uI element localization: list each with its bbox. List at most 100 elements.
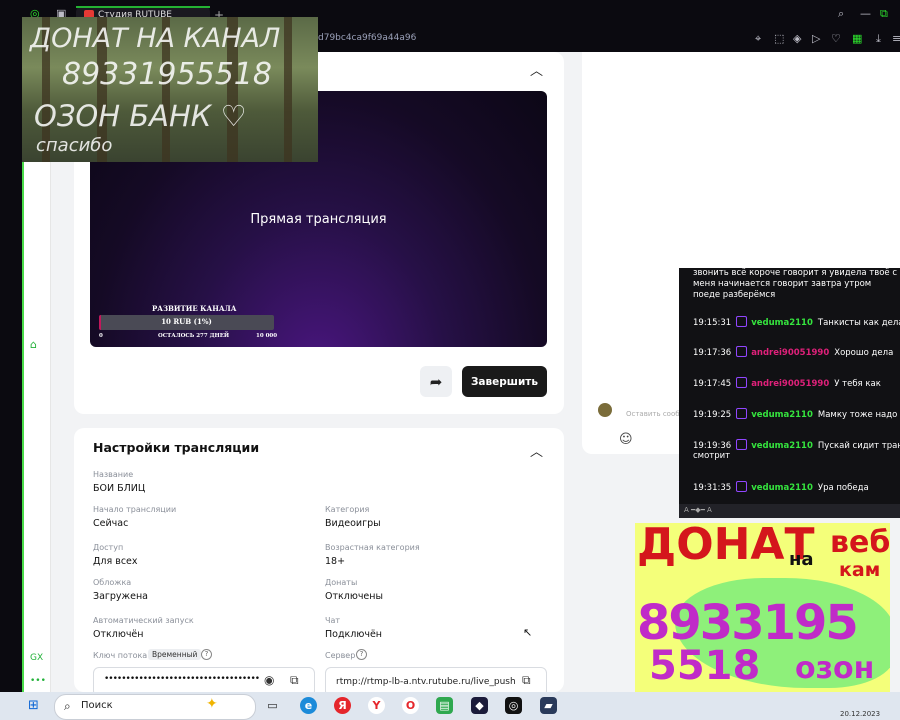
chat-text: Ура победа xyxy=(817,483,869,493)
chat-text: У тебя как xyxy=(834,379,881,389)
gx-label[interactable]: GX xyxy=(30,653,43,663)
pin-icon[interactable]: ⌖ xyxy=(755,33,761,45)
download-icon[interactable]: ⤓ xyxy=(876,33,881,45)
cover-label: Обложка xyxy=(93,578,132,587)
stream-key-value: •••••••••••••••••••••••••••••••••••••••• xyxy=(104,674,259,684)
menu-icon[interactable]: ≡ xyxy=(892,33,900,45)
help-icon[interactable]: ? xyxy=(356,649,367,660)
yandex-icon[interactable]: Я xyxy=(334,697,351,714)
chat-value: Подключён xyxy=(325,629,382,640)
age-label: Возрастная категория xyxy=(325,543,420,552)
twitch-icon xyxy=(736,439,748,450)
chat-row: 19:17:36 andrei90051990 Хорошо дела xyxy=(693,346,900,358)
copy-icon[interactable]: ⧉ xyxy=(522,673,531,688)
chat-text: смотрит xyxy=(693,451,731,461)
extensions-icon[interactable]: ▦ xyxy=(852,33,862,45)
overlay-text: спасибо xyxy=(36,135,113,156)
category-value: Видеоигры xyxy=(325,518,381,529)
chat-text: Хорошо дела xyxy=(834,348,894,358)
twitch-icon xyxy=(736,481,748,492)
obs-icon[interactable]: ◎ xyxy=(505,697,522,714)
start-label: Начало трансляции xyxy=(93,505,177,514)
windows-start-icon[interactable]: ⊞ xyxy=(28,698,39,713)
overlay-text: на xyxy=(789,549,814,570)
more-icon[interactable]: ••• xyxy=(30,676,46,686)
goal-min: 0 xyxy=(99,333,103,339)
overlay-text: кам xyxy=(839,559,881,581)
comment-input[interactable]: Оставить сооб xyxy=(626,410,680,418)
settings-collapse-chevron-icon[interactable]: ︿ xyxy=(530,441,543,460)
chat-time: 19:19:36 xyxy=(693,441,732,451)
access-label: Доступ xyxy=(93,543,124,552)
chat-text: Танкисты как дела xyxy=(817,318,900,328)
heart-icon[interactable]: ♡ xyxy=(831,33,841,45)
search-icon[interactable]: ⌕ xyxy=(838,8,844,20)
settings-title: Настройки трансляции xyxy=(93,440,260,455)
shield-icon[interactable]: ◈ xyxy=(793,33,801,45)
server-value: rtmp://rtmp-lb-a.ntv.rutube.ru/live_push xyxy=(336,677,516,687)
tree-trunk xyxy=(284,17,292,162)
chat-row: 19:19:25 veduma2110 Мамку тоже надо к xyxy=(693,408,900,420)
overlay-text: ДОНАТ xyxy=(637,523,815,570)
app-icon[interactable]: ◆ xyxy=(471,697,488,714)
share-icon: ➦ xyxy=(429,372,443,391)
chat-row: 19:15:31 veduma2110 Танкисты как дела xyxy=(693,316,900,328)
emoji-icon[interactable]: ☺ xyxy=(619,432,633,447)
opera-icon[interactable]: O xyxy=(402,697,419,714)
eye-icon[interactable]: ◉ xyxy=(264,673,274,687)
app-icon[interactable]: ▤ xyxy=(436,697,453,714)
address-url[interactable]: d79bc4ca9f69a44a96 xyxy=(318,33,416,43)
chat-user: andrei90051990 xyxy=(751,379,830,389)
chat-overlay: звонить всё короче говорит я увидела тво… xyxy=(679,268,900,518)
task-view-icon[interactable]: ▭ xyxy=(264,697,281,714)
right-background xyxy=(794,52,900,268)
twitch-icon xyxy=(736,316,748,327)
autostart-label: Автоматический запуск xyxy=(93,616,194,625)
chat-user: andrei90051990 xyxy=(751,348,830,358)
restore-window-icon[interactable]: ⧉ xyxy=(880,8,888,20)
overlay-text: ДОНАТ НА КАНАЛ xyxy=(30,23,281,54)
chat-user: veduma2110 xyxy=(751,441,813,451)
chat-user: veduma2110 xyxy=(751,483,813,493)
donations-value: Отключены xyxy=(325,591,383,602)
overlay-text: 89331955518 xyxy=(62,57,272,92)
cover-value: Загружена xyxy=(93,591,148,602)
age-value: 18+ xyxy=(325,556,346,567)
overlay-text: веб- xyxy=(830,525,890,560)
collapse-chevron-icon[interactable]: ︿ xyxy=(530,60,543,79)
chat-message-text: звонить всё короче говорит я увидела тво… xyxy=(693,268,898,300)
help-icon[interactable]: ? xyxy=(201,649,212,660)
chat-text: Пускай сидит тран xyxy=(817,441,900,451)
donations-label: Донаты xyxy=(325,578,358,587)
twitch-icon xyxy=(736,346,748,357)
overlay-text: ОЗОН БАНК ♡ xyxy=(34,99,247,133)
chat-row-continuation: смотрит xyxy=(693,451,900,461)
taskbar-search-label: Поиск xyxy=(81,700,113,711)
tab-accent xyxy=(76,6,210,8)
goal-amount: 10 RUB (1%) xyxy=(161,317,212,326)
chat-time: 19:17:36 xyxy=(693,348,732,358)
game-icon[interactable]: ▰ xyxy=(540,697,557,714)
chat-row: 19:17:45 andrei90051990 У тебя как xyxy=(693,377,900,389)
chat-text: Мамку тоже надо к xyxy=(817,410,900,420)
snapshot-icon[interactable]: ⬚ xyxy=(774,33,784,45)
play-icon[interactable]: ▷ xyxy=(812,33,820,45)
minimize-icon[interactable]: — xyxy=(860,8,871,20)
temporary-badge: Временный xyxy=(148,649,202,660)
chat-overlay-footer xyxy=(679,504,900,518)
share-button[interactable]: ➦ xyxy=(420,366,452,397)
chat-time: 19:15:31 xyxy=(693,318,732,328)
broadcast-icon[interactable]: ⌂ xyxy=(30,338,37,351)
autostart-value: Отключён xyxy=(93,629,144,640)
yandex-browser-icon[interactable]: Y xyxy=(368,697,385,714)
search-icon: ⌕ xyxy=(64,699,71,713)
twitch-icon xyxy=(736,408,748,419)
overlay-text: 5518 xyxy=(649,643,761,689)
copy-icon[interactable]: ⧉ xyxy=(290,673,299,688)
chat-time: 19:19:25 xyxy=(693,410,732,420)
video-title: Прямая трансляция xyxy=(250,212,387,227)
end-broadcast-button[interactable]: Завершить xyxy=(462,366,547,397)
category-label: Категория xyxy=(325,505,370,514)
font-size-slider[interactable]: A ━◆━ A xyxy=(684,506,712,514)
edge-icon[interactable]: e xyxy=(300,697,317,714)
